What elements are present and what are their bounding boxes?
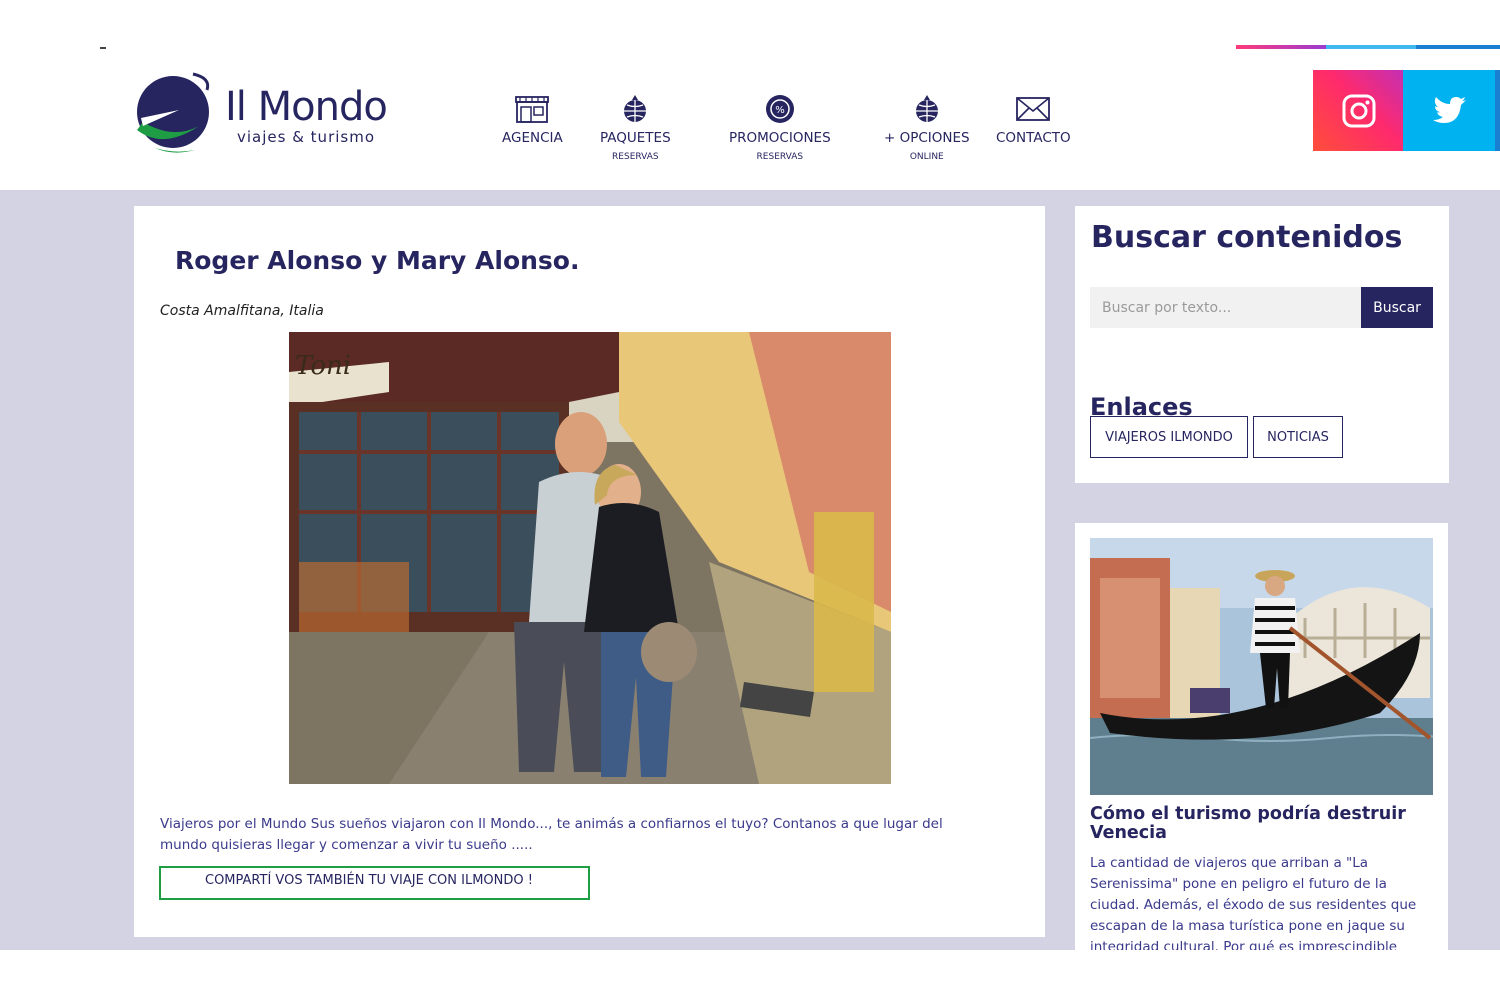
post-title: Roger Alonso y Mary Alonso. — [175, 246, 580, 275]
twitter-button[interactable] — [1403, 70, 1500, 151]
share-trip-button[interactable]: COMPARTÍ VOS TAMBIÉN TU VIAJE CON ILMOND… — [159, 866, 590, 900]
storefront-icon — [513, 92, 551, 126]
brand-name: Il Mondo — [225, 84, 388, 130]
sidebar-search-widget: Buscar contenidos Buscar Enlaces VIAJERO… — [1075, 206, 1449, 483]
page: Il Mondo viajes & turismo AGENCIA PAQUET… — [0, 0, 1500, 1000]
nav-label: + OPCIONES — [884, 130, 970, 146]
content-area: Roger Alonso y Mary Alonso. Costa Amalfi… — [0, 190, 1500, 950]
decorative-stripe — [1416, 45, 1500, 49]
percent-badge-icon: % — [761, 92, 799, 126]
decorative-mark — [100, 47, 106, 49]
globe-pin-icon — [908, 92, 946, 126]
nav-label: PROMOCIONES — [729, 130, 831, 146]
twitter-icon — [1433, 96, 1466, 123]
nav-paquetes[interactable]: PAQUETES RESERVAS — [600, 92, 671, 162]
sidebar-article-card: Cómo el turismo podría destruir Venecia … — [1075, 523, 1448, 950]
nav-sublabel: RESERVAS — [756, 152, 804, 162]
globe-pin-icon — [616, 92, 654, 126]
article-excerpt: La cantidad de viajeros que arriban a "L… — [1090, 855, 1417, 950]
nav-sublabel: RESERVAS — [612, 152, 659, 162]
article-title-link[interactable]: Cómo el turismo podría destruir Venecia — [1090, 805, 1430, 843]
link-viajeros-ilmondo[interactable]: VIAJEROS ILMONDO — [1090, 416, 1248, 458]
brand-logo[interactable]: Il Mondo viajes & turismo — [133, 70, 403, 160]
decorative-stripe — [1326, 45, 1416, 49]
article-photo[interactable] — [1090, 538, 1433, 795]
nav-sublabel: ONLINE — [909, 152, 944, 162]
search-input[interactable] — [1090, 287, 1362, 328]
site-header: Il Mondo viajes & turismo AGENCIA PAQUET… — [0, 0, 1500, 190]
nav-label: AGENCIA — [502, 130, 563, 146]
envelope-icon — [1014, 92, 1052, 126]
decorative-stripe — [1236, 45, 1326, 49]
post-location: Costa Amalfitana, Italia — [160, 303, 324, 319]
nav-promociones[interactable]: % PROMOCIONES RESERVAS — [729, 92, 831, 162]
search-title: Buscar contenidos — [1091, 220, 1403, 255]
instagram-button[interactable] — [1313, 70, 1405, 151]
nav-label: CONTACTO — [996, 130, 1071, 146]
post-card: Roger Alonso y Mary Alonso. Costa Amalfi… — [134, 206, 1045, 937]
link-noticias[interactable]: NOTICIAS — [1253, 416, 1343, 458]
nav-contacto[interactable]: CONTACTO — [996, 92, 1071, 146]
nav-agencia[interactable]: AGENCIA — [502, 92, 563, 146]
brand-tagline: viajes & turismo — [237, 128, 376, 146]
search-button[interactable]: Buscar — [1361, 287, 1433, 328]
nav-label: PAQUETES — [600, 130, 671, 146]
globe-logo-icon — [137, 72, 210, 153]
instagram-icon — [1342, 94, 1376, 127]
post-body: Viajeros por el Mundo Sus sueños viajaro… — [160, 816, 943, 853]
post-photo: Toni — [289, 332, 891, 784]
svg-text:%: % — [775, 105, 785, 116]
nav-opciones[interactable]: + OPCIONES ONLINE — [884, 92, 970, 162]
shop-sign: Toni — [295, 351, 351, 381]
